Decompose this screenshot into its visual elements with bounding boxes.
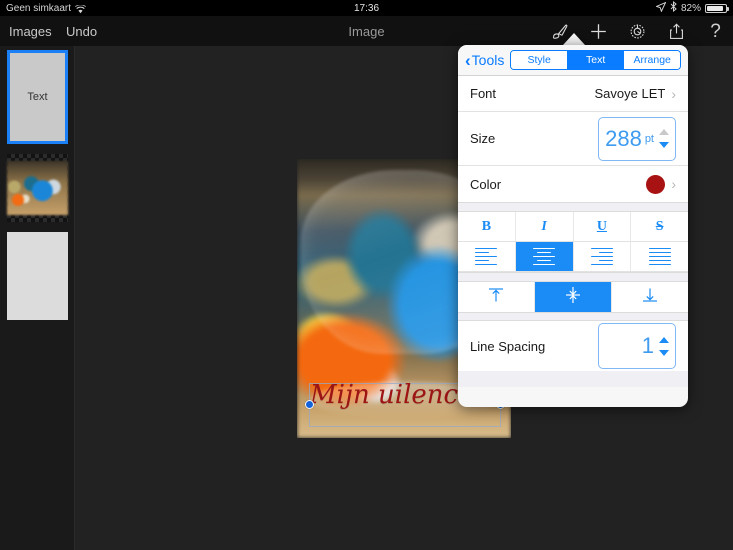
font-size-unit: pt	[644, 132, 654, 145]
bluetooth-icon	[670, 0, 677, 15]
layers-sidebar: Text	[0, 46, 75, 550]
battery-percent-label: 82%	[680, 2, 701, 14]
valign-top-icon	[484, 286, 508, 309]
align-justify-icon	[648, 247, 671, 266]
valign-bottom-icon	[638, 286, 662, 309]
share-icon[interactable]	[667, 22, 686, 41]
align-right-icon	[590, 247, 613, 266]
valign-middle-button[interactable]	[535, 282, 612, 312]
text-style-row: B I U S	[458, 212, 688, 242]
chevron-right-icon: ›	[671, 85, 676, 102]
font-size-value: 288	[605, 125, 642, 151]
settings-gear-icon[interactable]	[628, 22, 647, 41]
tab-segmented-control: Style Text Arrange	[510, 50, 681, 70]
tab-style[interactable]: Style	[511, 51, 568, 69]
align-left-button[interactable]	[458, 242, 516, 271]
line-spacing-decrease-icon[interactable]	[659, 349, 669, 356]
section-divider	[458, 312, 688, 321]
color-swatch[interactable]	[646, 174, 666, 194]
valign-middle-icon	[561, 286, 585, 309]
font-size-arrows	[659, 129, 669, 148]
font-row[interactable]: Font Savoye LET ›	[458, 76, 688, 112]
vertical-alignment-row	[458, 282, 688, 312]
tools-back-button[interactable]: ‹ Tools	[465, 52, 504, 69]
text-tools-popover: ‹ Tools Style Text Arrange Font Savoye L…	[458, 45, 688, 407]
help-glyph: ?	[710, 20, 721, 42]
section-divider	[458, 272, 688, 282]
tools-back-label: Tools	[471, 52, 505, 68]
sidebar-item-blank-layer[interactable]	[7, 232, 68, 320]
selection-handle-left[interactable]	[305, 400, 314, 409]
popover-footer	[458, 371, 688, 387]
valign-bottom-button[interactable]	[612, 282, 688, 312]
line-spacing-stepper[interactable]: 1	[598, 323, 676, 369]
font-label: Font	[470, 86, 497, 101]
align-left-icon	[475, 247, 498, 266]
help-icon[interactable]: ?	[706, 22, 725, 41]
popover-header: ‹ Tools Style Text Arrange	[458, 45, 688, 76]
font-value: Savoye LET	[594, 86, 666, 101]
align-justify-button[interactable]	[631, 242, 688, 271]
underline-button[interactable]: U	[574, 212, 632, 241]
sidebar-item-image-layer[interactable]	[7, 154, 68, 222]
text-layer-label: Text	[27, 91, 48, 103]
location-arrow-icon	[655, 1, 667, 15]
line-spacing-value: 1	[641, 333, 654, 358]
line-spacing-row: Line Spacing 1	[458, 321, 688, 371]
popover-arrow	[563, 33, 585, 45]
status-bar: Geen simkaart 17:36 82%	[0, 0, 733, 16]
font-size-increase-icon[interactable]	[659, 129, 669, 135]
bold-button[interactable]: B	[458, 212, 516, 241]
align-center-button[interactable]	[515, 242, 574, 271]
chevron-right-icon: ›	[671, 176, 676, 192]
chevron-left-icon: ‹	[465, 50, 471, 70]
image-layer-thumbnail	[7, 161, 68, 215]
add-icon[interactable]	[589, 22, 608, 41]
tab-arrange[interactable]: Arrange	[624, 51, 680, 69]
battery-icon	[705, 3, 729, 13]
section-divider	[458, 202, 688, 212]
tab-text[interactable]: Text	[567, 51, 625, 69]
valign-top-button[interactable]	[458, 282, 535, 312]
align-center-icon	[533, 247, 556, 266]
line-spacing-label: Line Spacing	[470, 338, 546, 354]
italic-button[interactable]: I	[516, 212, 574, 241]
status-bar-right: 82%	[655, 0, 729, 15]
sidebar-item-text-layer[interactable]: Text	[7, 50, 68, 144]
line-spacing-arrows	[659, 336, 669, 356]
align-right-button[interactable]	[574, 242, 632, 271]
app-root: Geen simkaart 17:36 82% Images Undo Imag…	[0, 0, 733, 550]
font-size-decrease-icon[interactable]	[659, 142, 669, 148]
status-bar-time: 17:36	[353, 2, 380, 14]
color-label: Color	[470, 176, 502, 192]
font-size-stepper[interactable]: 288 pt	[598, 116, 676, 161]
strikethrough-button[interactable]: S	[631, 212, 688, 241]
size-label: Size	[470, 131, 496, 146]
line-spacing-increase-icon[interactable]	[659, 336, 669, 343]
nav-bar: Images Undo Image ?	[0, 16, 733, 46]
text-alignment-row	[458, 242, 688, 272]
color-row[interactable]: Color ›	[458, 166, 688, 202]
size-row: Size 288 pt	[458, 112, 688, 166]
